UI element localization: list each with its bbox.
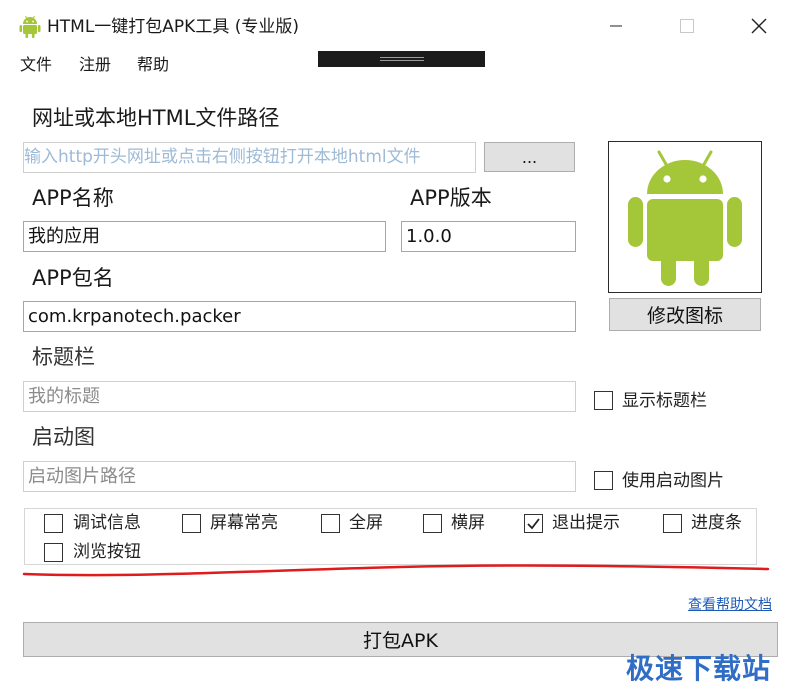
checkmark-icon	[527, 518, 540, 530]
change-icon-button[interactable]: 修改图标	[609, 298, 761, 331]
help-docs-link[interactable]: 查看帮助文档	[688, 594, 772, 614]
splash-input[interactable]: 启动图片路径	[23, 461, 576, 492]
progress-bar-checkbox[interactable]	[663, 514, 682, 533]
use-splash-label: 使用启动图片	[622, 471, 724, 491]
landscape-label: 横屏	[451, 513, 485, 533]
app-name-input[interactable]: 我的应用	[23, 221, 386, 252]
android-app-icon	[19, 15, 41, 38]
app-icon-preview	[608, 141, 762, 293]
close-button[interactable]	[736, 8, 782, 44]
menu-file[interactable]: 文件	[18, 52, 54, 78]
titlebar-input[interactable]: 我的标题	[23, 381, 576, 412]
maximize-button[interactable]	[664, 8, 710, 44]
app-name-label: APP名称	[32, 186, 114, 210]
fullscreen-checkbox[interactable]	[321, 514, 340, 533]
show-titlebar-label: 显示标题栏	[622, 391, 707, 411]
exit-prompt-label: 退出提示	[552, 513, 620, 533]
drag-handle[interactable]	[318, 51, 485, 67]
android-robot-icon	[628, 150, 742, 286]
url-label: 网址或本地HTML文件路径	[32, 106, 280, 130]
minimize-icon	[610, 25, 622, 27]
screen-on-checkbox[interactable]	[182, 514, 201, 533]
maximize-icon	[680, 19, 694, 33]
show-titlebar-checkbox[interactable]	[594, 391, 613, 410]
minimize-button[interactable]	[593, 8, 639, 44]
titlebar-label: 标题栏	[32, 345, 95, 369]
browse-button[interactable]: ...	[484, 142, 575, 172]
app-version-label: APP版本	[410, 186, 492, 210]
app-version-input[interactable]: 1.0.0	[401, 221, 576, 252]
menu-help[interactable]: 帮助	[135, 52, 171, 78]
progress-bar-label: 进度条	[691, 513, 742, 533]
drag-handle-line	[380, 60, 424, 61]
menu-register[interactable]: 注册	[77, 52, 113, 78]
package-input[interactable]: com.krpanotech.packer	[23, 301, 576, 332]
exit-prompt-checkbox[interactable]	[524, 514, 543, 533]
splash-label: 启动图	[32, 425, 95, 449]
close-icon	[751, 18, 767, 34]
red-underline-annotation	[22, 564, 770, 577]
use-splash-checkbox[interactable]	[594, 471, 613, 490]
url-input[interactable]: 输入http开头网址或点击右侧按钮打开本地html文件	[23, 142, 476, 173]
package-label: APP包名	[32, 266, 114, 290]
watermark: 极速下载站	[626, 652, 772, 685]
window-title: HTML一键打包APK工具 (专业版)	[47, 17, 300, 37]
screen-on-label: 屏幕常亮	[210, 513, 278, 533]
debug-info-label: 调试信息	[73, 513, 141, 533]
drag-handle-line	[380, 57, 424, 58]
fullscreen-label: 全屏	[349, 513, 383, 533]
debug-info-checkbox[interactable]	[44, 514, 63, 533]
landscape-checkbox[interactable]	[423, 514, 442, 533]
